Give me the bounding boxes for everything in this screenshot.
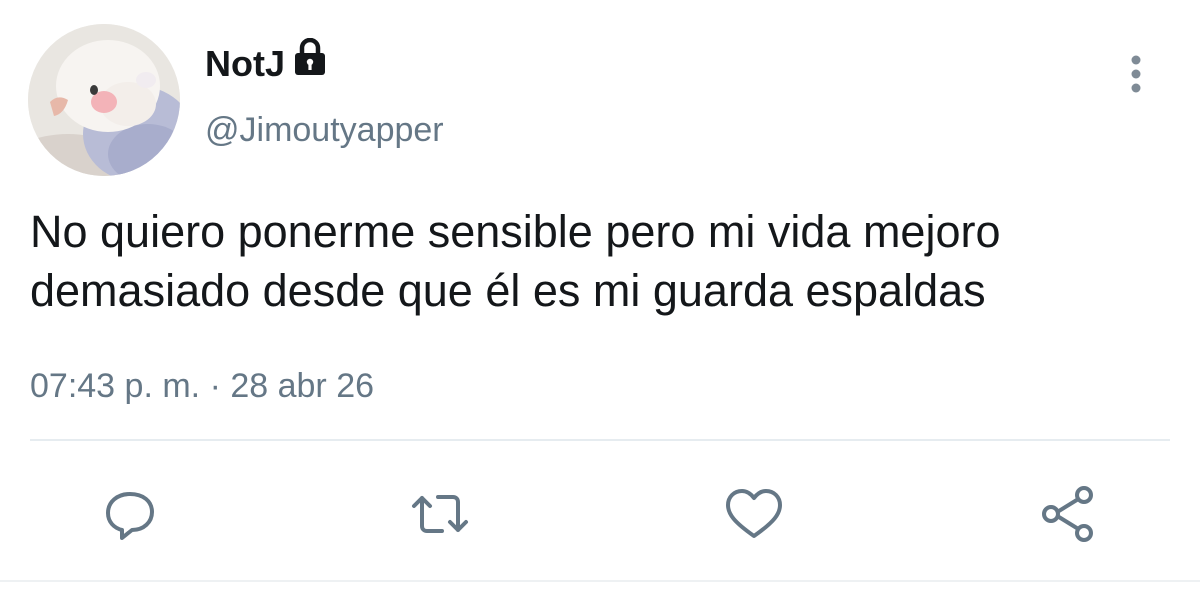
share-button[interactable] bbox=[1036, 482, 1100, 546]
tweet-date: 28 abr 26 bbox=[230, 367, 375, 405]
reply-icon bbox=[106, 492, 154, 540]
tweet-timestamp[interactable]: 07:43 p. m. · 28 abr 26 bbox=[30, 362, 374, 410]
user-handle[interactable]: @Jimoutyapper bbox=[205, 106, 444, 154]
tweet-time: 07:43 p. m. bbox=[30, 367, 201, 405]
avatar-image bbox=[28, 24, 180, 176]
tweet-card: NotJ @Jimoutyapper No quiero ponerme sen… bbox=[0, 0, 1200, 600]
like-button[interactable] bbox=[722, 482, 786, 546]
reply-button[interactable] bbox=[98, 482, 162, 546]
divider bbox=[30, 439, 1170, 441]
bottom-divider bbox=[0, 580, 1200, 582]
share-icon bbox=[1042, 486, 1093, 542]
display-name[interactable]: NotJ bbox=[205, 37, 327, 88]
avatar[interactable] bbox=[28, 24, 180, 176]
retweet-icon bbox=[412, 495, 468, 533]
more-vertical-icon bbox=[1131, 55, 1141, 93]
tweet-text: No quiero ponerme sensible pero mi vida … bbox=[30, 206, 1001, 316]
meta-separator: · bbox=[209, 367, 221, 405]
display-name-text: NotJ bbox=[205, 43, 285, 84]
heart-icon bbox=[726, 489, 782, 538]
retweet-button[interactable] bbox=[408, 482, 472, 546]
lock-icon bbox=[293, 37, 327, 88]
more-options-button[interactable] bbox=[1116, 50, 1156, 98]
